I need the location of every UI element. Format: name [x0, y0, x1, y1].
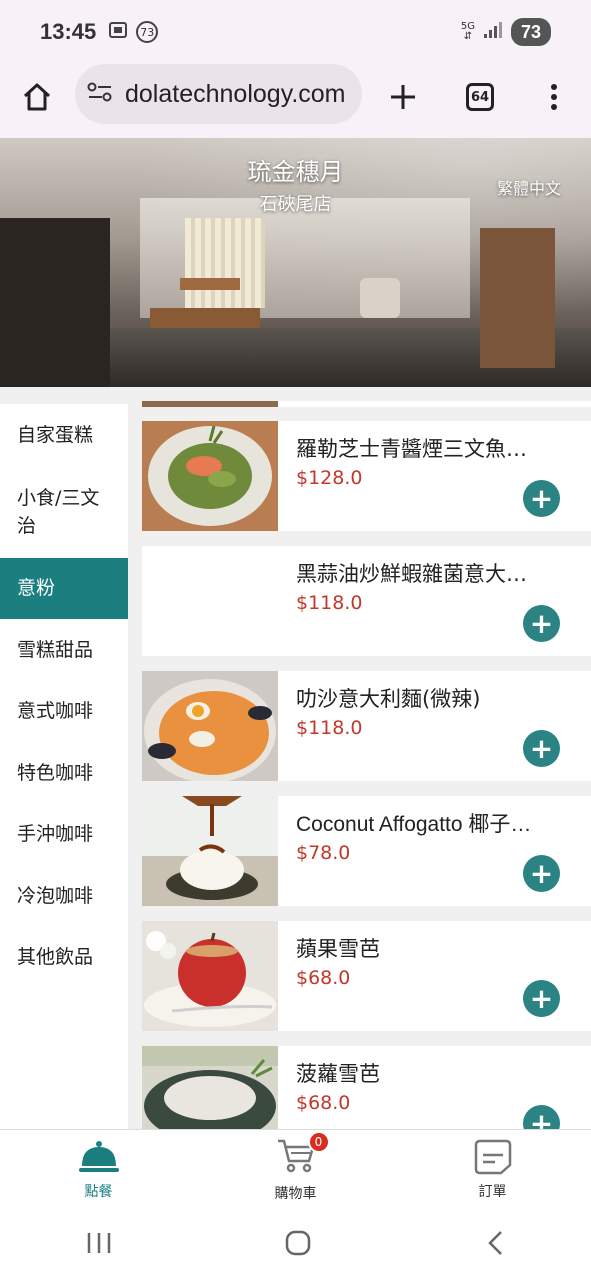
item-name: 羅勒芝士青醬煙三文魚… [296, 437, 527, 461]
signal-icon [483, 21, 503, 43]
item-price: $78.0 [296, 842, 351, 864]
tab-count: 64 [466, 83, 494, 111]
home-circle-icon [286, 1230, 311, 1255]
item-price: $118.0 [296, 717, 363, 739]
category-pasta[interactable]: 意粉 [0, 557, 128, 619]
category-other-drinks[interactable]: 其他飲品 [0, 927, 128, 989]
url-bar[interactable]: dolatechnology.com [75, 64, 362, 124]
plus-icon [391, 85, 415, 109]
category-sidebar: 自家蛋糕 小食/三文治 意粉 雪糕甜品 意式咖啡 特色咖啡 手沖咖啡 冷泡咖啡 … [0, 404, 128, 1129]
add-to-cart-button[interactable]: + [523, 855, 560, 892]
battery-indicator: 73 [510, 18, 551, 46]
plus-icon: + [529, 731, 554, 765]
home-icon [23, 83, 51, 111]
network-icon: 5G ⇵ [460, 21, 475, 42]
hero-banner: 琉金穗月 石硤尾店 繁體中文 [0, 138, 591, 387]
site-settings-icon[interactable] [87, 81, 113, 107]
add-to-cart-button[interactable]: + [523, 730, 560, 767]
status-bar: 13:45 73 5G ⇵ 73 [0, 0, 591, 64]
plus-icon: + [529, 981, 554, 1015]
previous-item-edge [142, 401, 591, 407]
home-button[interactable] [0, 60, 74, 134]
recent-apps-button[interactable] [86, 1231, 112, 1259]
item-image [142, 1046, 278, 1129]
menu-item[interactable]: 黑蒜油炒鮮蝦雜菌意大… $118.0 + [142, 546, 591, 656]
coffee-roaster-image [0, 218, 110, 387]
item-price: $118.0 [296, 592, 363, 614]
plus-icon: + [529, 1106, 554, 1129]
notification-count-icon: 73 [136, 21, 159, 43]
menu-button[interactable] [517, 60, 591, 134]
status-time: 13:45 [40, 19, 97, 44]
item-image [142, 796, 278, 906]
menu-item[interactable]: 菠蘿雪芭 $68.0 + [142, 1046, 591, 1129]
item-name: 叻沙意大利麵(微辣) [296, 687, 481, 711]
url-text[interactable]: dolatechnology.com [125, 80, 346, 109]
system-nav-bar [0, 1209, 591, 1280]
menu-item-list: 羅勒芝士青醬煙三文魚… $128.0 + 黑蒜油炒鮮蝦雜菌意大… $118.0 … [142, 387, 591, 1129]
cart-icon-wrap: 0 [276, 1130, 330, 1177]
item-price: $128.0 [296, 467, 363, 489]
item-image [142, 671, 278, 781]
category-special-coffee[interactable]: 特色咖啡 [0, 742, 128, 804]
item-name: Coconut Affogatto 椰子… [296, 813, 532, 836]
add-to-cart-button[interactable]: + [523, 980, 560, 1017]
menu-item[interactable]: 叻沙意大利麵(微辣) $118.0 + [142, 671, 591, 781]
browser-toolbar: dolatechnology.com 64 [0, 64, 591, 138]
item-name: 菠蘿雪芭 [296, 1062, 380, 1086]
new-tab-button[interactable] [366, 60, 440, 134]
category-ice-cream-dessert[interactable]: 雪糕甜品 [0, 619, 128, 681]
receipt-icon [474, 1139, 511, 1174]
nav-order[interactable]: 點餐 [0, 1130, 197, 1209]
item-name: 蘋果雪芭 [296, 937, 380, 961]
add-to-cart-button[interactable]: + [523, 480, 560, 517]
category-cold-brew-coffee[interactable]: 冷泡咖啡 [0, 865, 128, 927]
item-name: 黑蒜油炒鮮蝦雜菌意大… [296, 562, 527, 586]
add-to-cart-button[interactable]: + [523, 605, 560, 642]
menu-content: 自家蛋糕 小食/三文治 意粉 雪糕甜品 意式咖啡 特色咖啡 手沖咖啡 冷泡咖啡 … [0, 387, 591, 1129]
item-price: $68.0 [296, 967, 351, 989]
nav-orders-label: 訂單 [478, 1183, 507, 1200]
screenshot-icon [108, 20, 128, 44]
nav-order-label: 點餐 [84, 1183, 113, 1200]
cloche-icon [78, 1140, 119, 1172]
back-button[interactable] [485, 1229, 505, 1261]
plus-icon: + [529, 856, 554, 890]
plus-icon: + [529, 606, 554, 640]
menu-item[interactable]: 羅勒芝士青醬煙三文魚… $128.0 + [142, 421, 591, 531]
item-image [142, 421, 278, 531]
home-system-button[interactable] [284, 1229, 312, 1261]
menu-item[interactable]: 蘋果雪芭 $68.0 + [142, 921, 591, 1031]
nav-cart[interactable]: 0 購物車 [197, 1130, 394, 1209]
nav-orders[interactable]: 訂單 [394, 1130, 591, 1209]
network-label: 5G [460, 21, 475, 32]
item-price: $68.0 [296, 1092, 351, 1114]
more-vert-icon [551, 84, 557, 110]
recent-apps-icon [87, 1232, 111, 1253]
menu-item[interactable]: Coconut Affogatto 椰子… $78.0 + [142, 796, 591, 906]
cart-count-badge: 0 [307, 1130, 330, 1153]
nav-cart-label: 購物車 [274, 1185, 317, 1202]
language-switcher[interactable]: 繁體中文 [497, 175, 561, 199]
category-homemade-cake[interactable]: 自家蛋糕 [0, 404, 128, 466]
bottom-nav: 點餐 0 購物車 訂單 [0, 1129, 591, 1209]
item-image-empty [142, 546, 278, 656]
category-pour-over-coffee[interactable]: 手沖咖啡 [0, 804, 128, 866]
back-chevron-icon [488, 1230, 502, 1255]
category-espresso-coffee[interactable]: 意式咖啡 [0, 681, 128, 743]
item-image [142, 921, 278, 1031]
plus-icon: + [529, 481, 554, 515]
tab-switcher-button[interactable]: 64 [443, 60, 517, 134]
add-to-cart-button[interactable]: + [523, 1105, 560, 1129]
category-snacks-sandwich[interactable]: 小食/三文治 [0, 466, 128, 558]
